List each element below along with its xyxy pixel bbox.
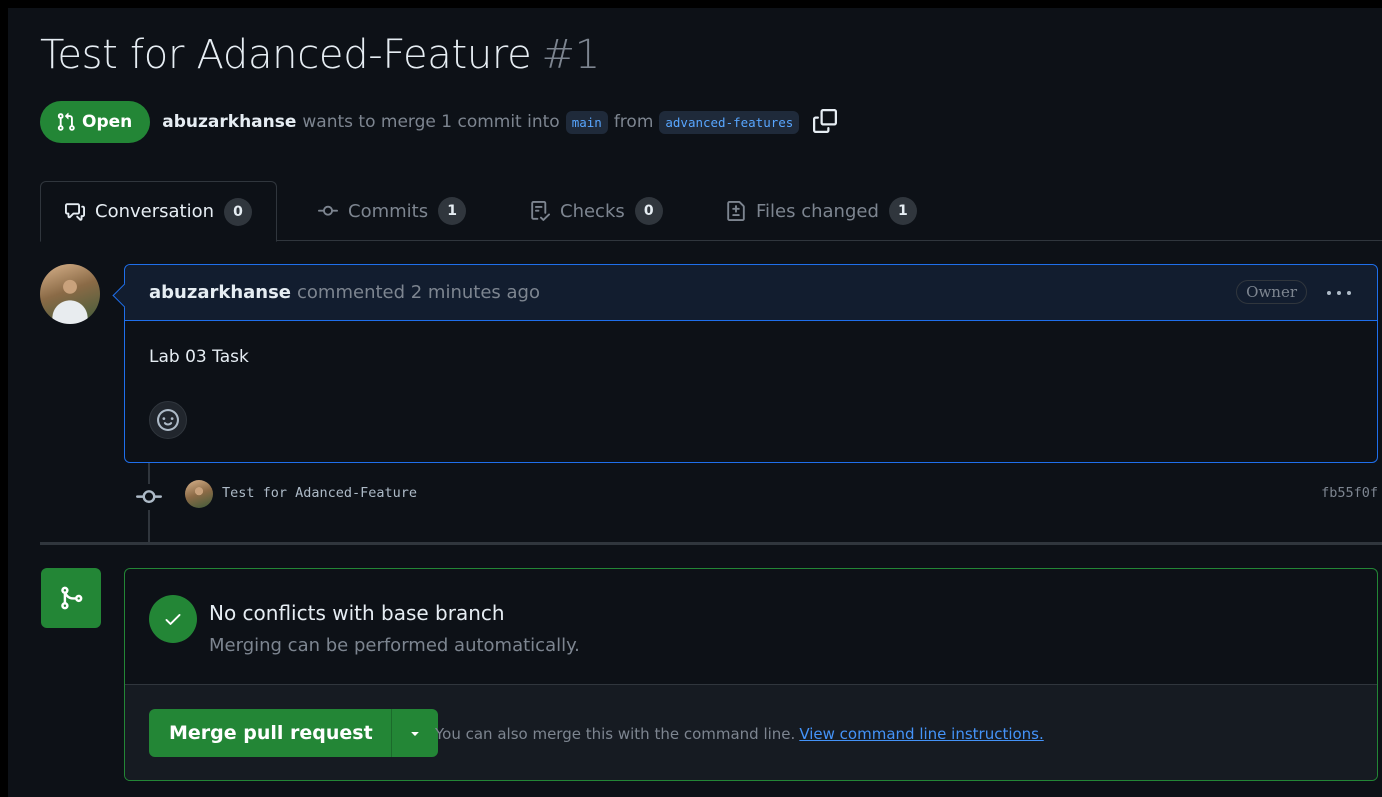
merge-actions: Merge pull request You can also merge th… (125, 685, 1377, 780)
tab-label: Conversation (95, 201, 215, 222)
tab-counter: 0 (224, 197, 253, 226)
pr-author-link[interactable]: abuzarkhanse (162, 112, 296, 132)
pr-meta: Open abuzarkhanse wants to merge 1 commi… (40, 101, 839, 143)
git-commit-icon (136, 484, 162, 510)
merge-hint-text: You can also merge this with the command… (435, 725, 796, 743)
smiley-icon[interactable] (149, 401, 187, 439)
comment-discussion-icon (65, 202, 85, 221)
tab-label: Commits (348, 200, 429, 222)
comment-header: abuzarkhanse commented 2 minutes ago Own… (125, 265, 1377, 321)
commit-message-link[interactable]: Test for Adanced-Feature (222, 485, 417, 501)
state-label: Open (82, 112, 133, 132)
merge-status: No conflicts with base branch Merging ca… (125, 569, 1377, 685)
tab-counter: 0 (634, 197, 663, 225)
pr-tabs: Conversation 0 Commits 1 Checks 0 Files … (40, 181, 1382, 242)
tab-commits[interactable]: Commits 1 (318, 181, 467, 241)
check-icon (149, 595, 197, 643)
git-merge-icon (41, 568, 101, 628)
pull-request-page: Test for Adanced-Feature #1 Open abuzarkh… (8, 8, 1382, 797)
tab-checks[interactable]: Checks 0 (530, 181, 663, 241)
triangle-down-icon[interactable] (391, 709, 438, 757)
pr-number: #1 (541, 32, 601, 78)
copy-icon[interactable] (813, 109, 839, 135)
merge-button-group: Merge pull request (149, 709, 438, 757)
commit-avatar[interactable] (185, 480, 213, 508)
page-title: Test for Adanced-Feature #1 (40, 32, 600, 78)
comment-body: Lab 03 Task (149, 347, 249, 367)
tab-counter: 1 (438, 197, 467, 225)
merge-subtext: Merging can be performed automatically. (209, 635, 580, 656)
merge-hint: You can also merge this with the command… (435, 725, 1044, 743)
command-line-instructions-link[interactable]: View command line instructions. (799, 725, 1043, 743)
merge-description: wants to merge 1 commit into (302, 112, 560, 132)
state-badge: Open (40, 101, 151, 143)
comment-timestamp[interactable]: commented 2 minutes ago (297, 282, 540, 303)
tab-label: Files changed (756, 200, 879, 222)
tab-conversation[interactable]: Conversation 0 (40, 181, 278, 242)
comment-card: abuzarkhanse commented 2 minutes ago Own… (124, 264, 1378, 463)
tab-counter: 1 (888, 197, 917, 225)
git-pull-request-icon (57, 112, 75, 131)
comment-author-link[interactable]: abuzarkhanse (149, 282, 291, 303)
base-branch[interactable]: main (565, 110, 608, 134)
tab-label: Checks (560, 200, 625, 222)
owner-badge: Owner (1236, 280, 1307, 304)
checklist-icon (531, 201, 550, 221)
pr-title: Test for Adanced-Feature (40, 32, 532, 78)
git-commit-icon (318, 205, 338, 216)
kebab-horizontal-icon[interactable] (1325, 283, 1353, 303)
commit-sha-link[interactable]: fb55f0f (1321, 485, 1378, 501)
avatar[interactable] (40, 264, 100, 324)
tab-files-changed[interactable]: Files changed 1 (726, 181, 917, 241)
merge-pull-request-button[interactable]: Merge pull request (149, 709, 392, 757)
head-branch[interactable]: advanced-features (659, 110, 800, 134)
file-diff-icon (727, 201, 745, 221)
from-label: from (613, 112, 654, 132)
merge-heading: No conflicts with base branch (209, 601, 505, 625)
timeline-divider (40, 542, 1382, 545)
merge-box: No conflicts with base branch Merging ca… (124, 568, 1378, 781)
